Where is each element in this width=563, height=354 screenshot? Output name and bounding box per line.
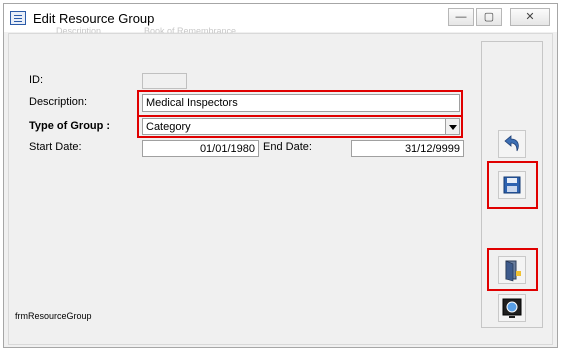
save-button[interactable]: [498, 171, 526, 199]
action-sidebar: [481, 41, 543, 328]
undo-icon: [504, 135, 519, 152]
id-field: [142, 73, 187, 89]
type-of-group-value: Category: [146, 121, 191, 133]
form-client-area: ID: Description: Medical Inspectors Type…: [8, 33, 553, 345]
window-title: Edit Resource Group: [33, 11, 155, 26]
start-date-input[interactable]: 01/01/1980: [142, 140, 259, 157]
title-bar: Edit Resource Group Description Book of …: [4, 4, 557, 36]
start-date-label: Start Date:: [29, 141, 82, 153]
edit-resource-group-window: Edit Resource Group Description Book of …: [3, 3, 558, 348]
help-button[interactable]: [498, 294, 526, 322]
close-button[interactable]: ✕: [510, 8, 550, 26]
undo-button[interactable]: [498, 130, 526, 158]
form-name: frmResourceGroup: [15, 311, 92, 321]
exit-button[interactable]: [498, 256, 526, 284]
end-date-input[interactable]: 31/12/9999: [351, 140, 464, 157]
type-of-group-select[interactable]: Category: [142, 118, 460, 135]
type-of-group-label: Type of Group :: [29, 120, 111, 132]
form-icon: [10, 11, 26, 25]
maximize-button[interactable]: ▢: [476, 8, 502, 26]
description-label: Description:: [29, 96, 88, 108]
chevron-down-icon[interactable]: [445, 119, 459, 134]
save-icon: [503, 176, 521, 194]
end-date-label: End Date:: [263, 141, 312, 153]
description-input[interactable]: Medical Inspectors: [142, 94, 460, 112]
exit-door-icon: [505, 260, 521, 282]
help-icon: [502, 298, 522, 318]
id-label: ID:: [29, 74, 44, 86]
minimize-button[interactable]: —: [448, 8, 474, 26]
